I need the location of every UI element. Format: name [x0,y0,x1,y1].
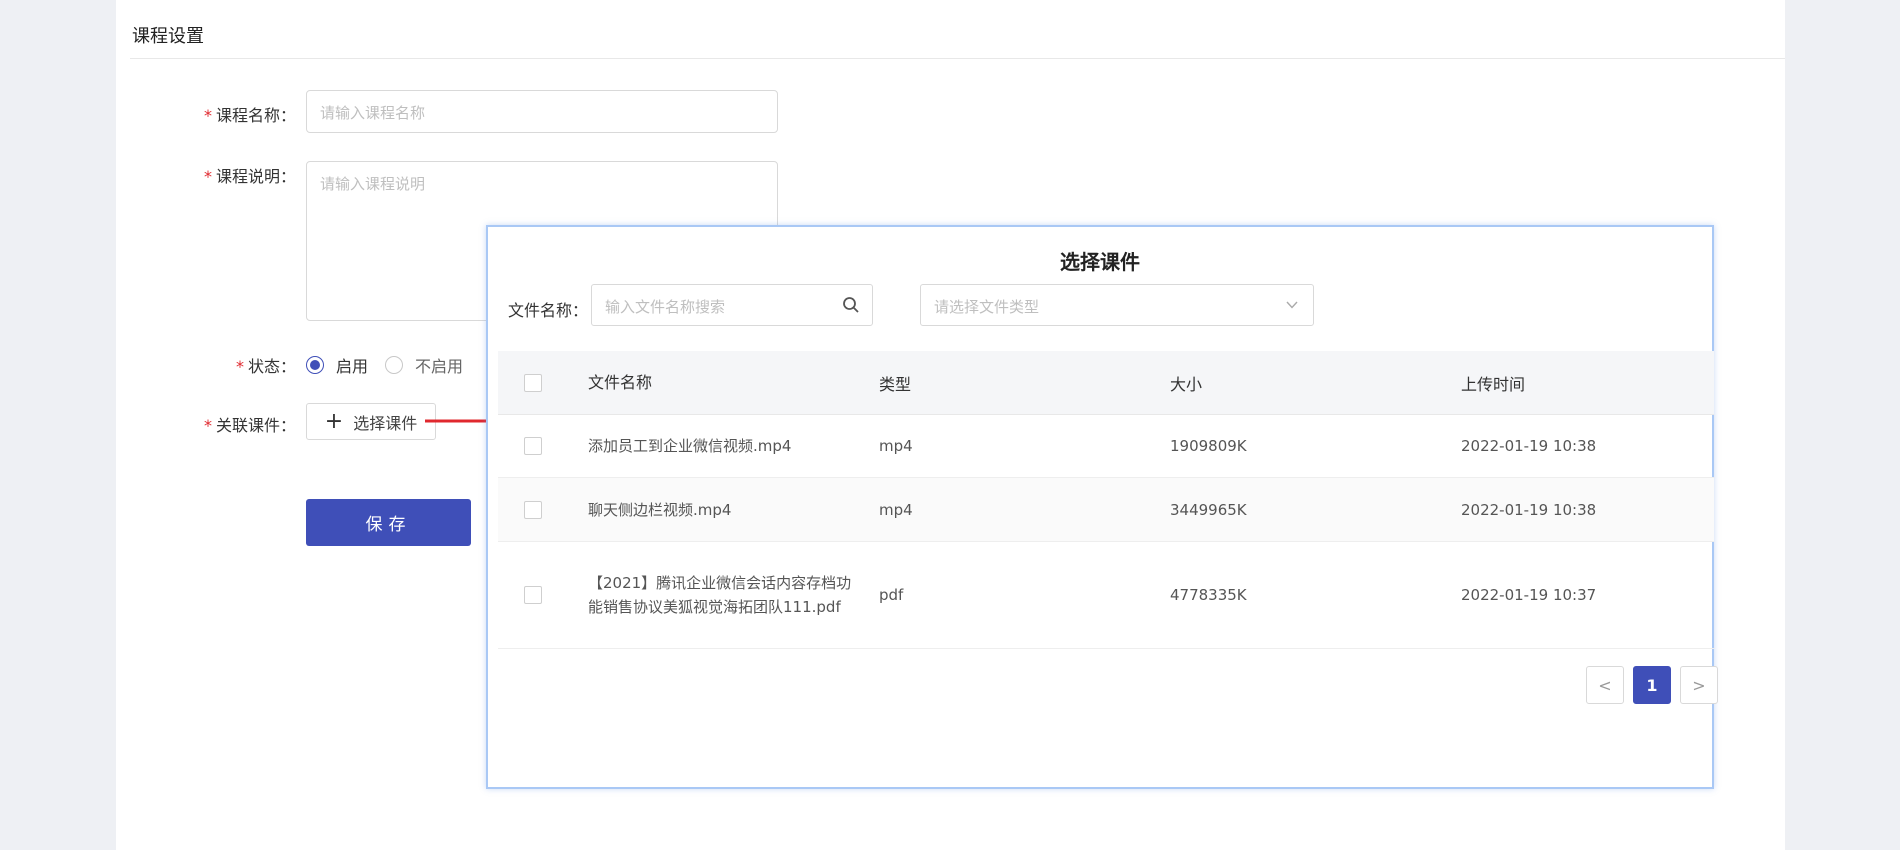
status-label: * 状态： [235,357,296,376]
radio-unchecked-icon [385,356,403,374]
column-header-name: 文件名称 [588,372,653,392]
file-size-cell: 4778335K [1170,586,1247,604]
courseware-label: * 关联课件： [203,416,296,435]
file-name-filter-label: 文件名称： [508,301,589,320]
select-all-checkbox[interactable] [524,373,542,392]
next-page-button[interactable]: > [1680,666,1718,704]
file-size-cell: 1909809K [1170,437,1247,455]
file-type-cell: mp4 [879,437,913,455]
table-row[interactable]: 聊天侧边栏视频.mp4 mp4 3449965K 2022-01-19 10:3… [498,478,1714,542]
upload-time-cell: 2022-01-19 10:37 [1461,586,1597,604]
plus-icon: + [324,408,344,434]
course-name-label: * 课程名称： [203,106,296,125]
row-checkbox[interactable] [524,437,542,455]
course-name-input[interactable]: 请输入课程名称 [306,90,778,133]
file-name-cell: 【2021】腾讯企业微信会话内容存档功能销售协议美狐视觉海拓团队111.pdf [588,574,852,616]
required-mark: * [235,357,244,376]
search-icon[interactable] [842,296,860,314]
save-button[interactable]: 保存 [306,499,471,546]
status-radio-disabled[interactable]: 不启用 [385,353,463,377]
required-mark: * [203,416,212,435]
file-size-cell: 3449965K [1170,500,1247,519]
file-type-select[interactable]: 请选择文件类型 [920,284,1314,326]
radio-checked-icon [306,356,324,374]
course-name-placeholder: 请输入课程名称 [320,104,426,122]
choose-courseware-modal: 选择课件 文件名称： 输入文件名称搜索 请选择文件类型 文件名称 类型 大小 上… [486,225,1718,789]
modal-title: 选择课件 [1060,250,1140,274]
file-search-input[interactable]: 输入文件名称搜索 [591,284,873,326]
required-mark: * [203,167,212,186]
page-title: 课程设置 [132,26,204,47]
table-header: 文件名称 类型 大小 上传时间 [498,351,1714,415]
course-desc-placeholder: 请输入课程说明 [320,175,426,193]
row-checkbox[interactable] [524,500,542,519]
pagination: < 1 > [1586,666,1727,704]
file-type-cell: pdf [879,586,904,604]
required-mark: * [203,106,212,125]
chevron-down-icon [1286,301,1298,309]
file-name-cell: 添加员工到企业微信视频.mp4 [588,437,792,455]
column-header-size: 大小 [1170,374,1203,394]
upload-time-cell: 2022-01-19 10:38 [1461,437,1597,455]
courseware-table: 文件名称 类型 大小 上传时间 添加员工到企业微信视频.mp4 mp4 1909… [498,351,1714,649]
row-checkbox[interactable] [524,586,542,604]
file-name-cell: 聊天侧边栏视频.mp4 [588,500,732,519]
upload-time-cell: 2022-01-19 10:38 [1461,500,1597,519]
file-type-cell: mp4 [879,500,913,519]
file-type-placeholder: 请选择文件类型 [934,298,1040,316]
table-row[interactable]: 【2021】腾讯企业微信会话内容存档功能销售协议美狐视觉海拓团队111.pdf … [498,542,1714,649]
title-divider [130,58,1785,59]
status-radio-enabled[interactable]: 启用 [306,353,368,377]
column-header-time: 上传时间 [1461,374,1526,394]
course-desc-label: * 课程说明： [203,167,296,186]
file-search-placeholder: 输入文件名称搜索 [605,298,726,316]
table-row[interactable]: 添加员工到企业微信视频.mp4 mp4 1909809K 2022-01-19 … [498,415,1714,478]
column-header-type: 类型 [879,374,912,394]
page-1-button[interactable]: 1 [1633,666,1671,704]
prev-page-button[interactable]: < [1586,666,1624,704]
choose-courseware-button[interactable]: + 选择课件 [306,403,436,440]
